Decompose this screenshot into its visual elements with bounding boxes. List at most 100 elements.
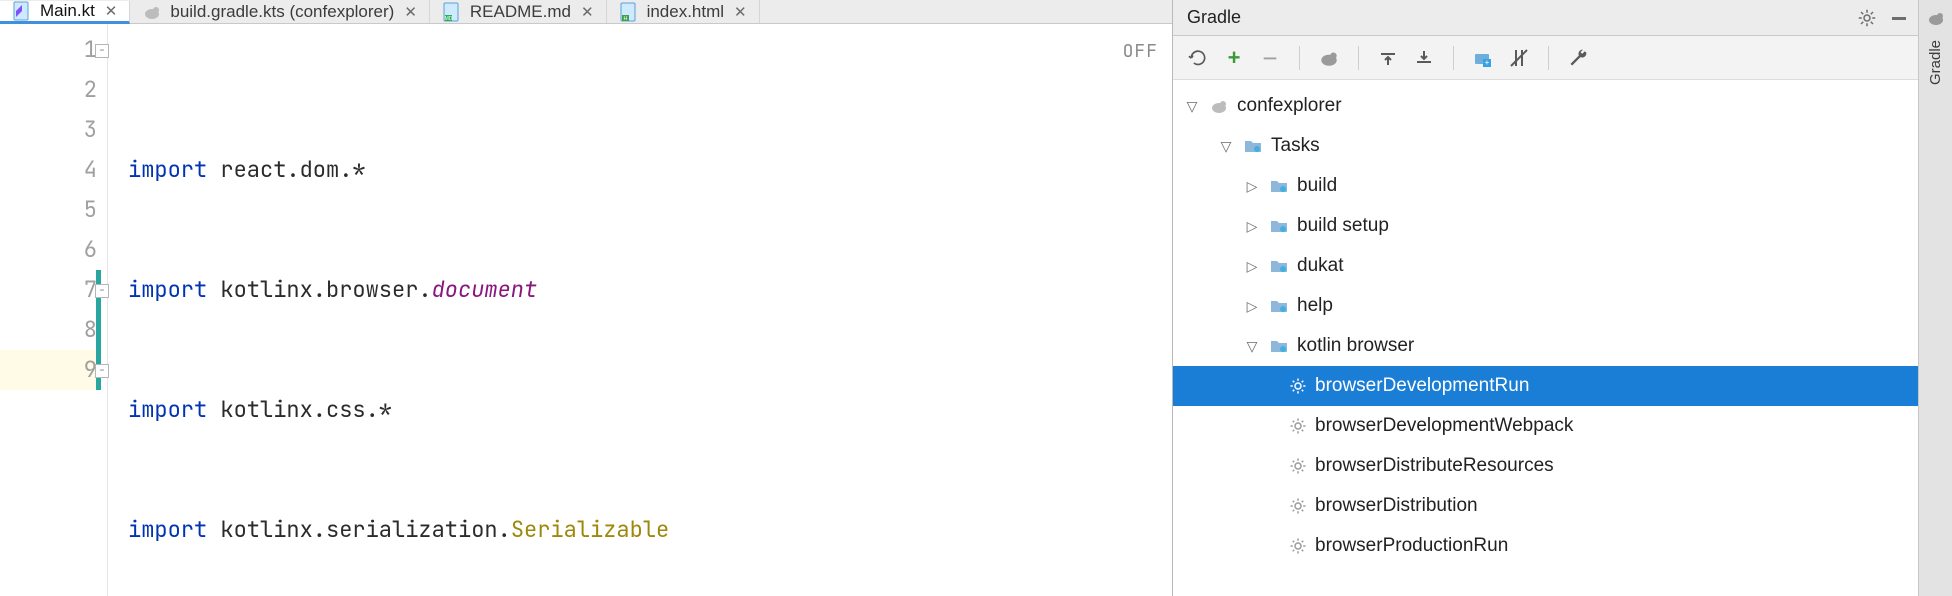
tree-label: build setup [1297,215,1389,237]
kotlin-file-icon [12,1,32,21]
chevron-right-icon[interactable]: ▷ [1243,298,1261,315]
gradle-elephant-icon [1209,96,1229,116]
folder-gear-icon [1269,296,1289,316]
svg-text:MD: MD [445,16,453,22]
tree-label: help [1297,295,1333,317]
tab-index-html[interactable]: H index.html ✕ [607,0,760,23]
folder-gear-icon [1269,336,1289,356]
fold-icon[interactable]: − [95,364,109,378]
tab-label: build.gradle.kts (confexplorer) [170,2,394,22]
remove-icon[interactable]: − [1255,43,1285,73]
folder-gear-icon [1269,256,1289,276]
close-icon[interactable]: ✕ [579,3,596,21]
gradle-header: Gradle [1173,0,1918,36]
markdown-file-icon: MD [442,2,462,22]
tab-readme[interactable]: MD README.md ✕ [430,0,607,23]
chevron-right-icon[interactable]: ▷ [1243,178,1261,195]
tree-group-build-setup[interactable]: ▷ build setup [1173,206,1918,246]
gradle-elephant-icon[interactable] [1314,43,1344,73]
gradle-elephant-icon[interactable] [1926,8,1946,28]
svg-text:+: + [1485,58,1490,67]
chevron-down-icon[interactable]: ▽ [1217,138,1235,155]
add-icon[interactable]: + [1219,43,1249,73]
line-number: 4 [84,155,97,184]
tree-label: browserDistributeResources [1315,455,1554,477]
tree-label: browserDevelopmentWebpack [1315,415,1573,437]
gear-icon [1289,377,1307,395]
wrench-icon[interactable] [1563,43,1593,73]
task-browser-production-run[interactable]: browserProductionRun [1173,526,1918,566]
gear-icon[interactable] [1858,9,1876,27]
chevron-right-icon[interactable]: ▷ [1243,258,1261,275]
line-number: 3 [84,115,97,144]
stripe-button-gradle[interactable]: Gradle [1927,40,1944,85]
expand-all-icon[interactable] [1373,43,1403,73]
chevron-down-icon[interactable]: ▽ [1183,98,1201,115]
gear-icon [1289,537,1307,555]
tab-main-kt[interactable]: Main.kt ✕ [0,1,130,24]
tree-label: confexplorer [1237,95,1342,117]
tree-group-help[interactable]: ▷ help [1173,286,1918,326]
gear-icon [1289,497,1307,515]
panel-title: Gradle [1187,7,1241,28]
fold-icon[interactable]: − [95,284,109,298]
line-number: 5 [84,195,97,224]
close-icon[interactable]: ✕ [402,3,419,21]
minimize-icon[interactable] [1890,9,1908,27]
code-token: kotlinx.serialization. [207,515,511,544]
code-token: react.dom.* [207,155,365,184]
tree-label: browserProductionRun [1315,535,1508,557]
chevron-down-icon[interactable]: ▽ [1243,338,1261,355]
tree-label: build [1297,175,1337,197]
link-project-icon[interactable]: + [1468,43,1498,73]
toggle-offline-icon[interactable] [1504,43,1534,73]
close-icon[interactable]: ✕ [103,2,120,20]
code-token: Serializable [511,515,669,544]
code-token: kotlinx.browser. [207,275,431,304]
code-token: import [128,395,207,424]
folder-gear-icon [1269,176,1289,196]
code-token: import [128,515,207,544]
refresh-icon[interactable] [1183,43,1213,73]
tree-label: Tasks [1271,135,1320,157]
tree-label: browserDistribution [1315,495,1478,517]
code-area[interactable]: OFF import react.dom.* import kotlinx.br… [108,24,1172,596]
line-number: 2 [84,75,97,104]
chevron-right-icon[interactable]: ▷ [1243,218,1261,235]
task-browser-distribute-resources[interactable]: browserDistributeResources [1173,446,1918,486]
tree-group-build[interactable]: ▷ build [1173,166,1918,206]
code-token: document [432,275,538,304]
tree-label: dukat [1297,255,1343,277]
folder-gear-icon [1243,136,1263,156]
line-number: 6 [84,235,97,264]
html-file-icon: H [619,2,639,22]
tree-tasks[interactable]: ▽ Tasks [1173,126,1918,166]
task-browser-development-webpack[interactable]: browserDevelopmentWebpack [1173,406,1918,446]
fold-icon[interactable]: − [95,44,109,58]
editor-body[interactable]: 1− 2 3 4 5 6 7− 8 9− OFF import react.do… [0,24,1172,596]
code-token: import [128,275,207,304]
collapse-all-icon[interactable] [1409,43,1439,73]
close-icon[interactable]: ✕ [732,3,749,21]
folder-gear-icon [1269,216,1289,236]
svg-text:H: H [623,16,627,22]
tab-label: README.md [470,2,571,22]
gradle-toolbar: + − + [1173,36,1918,80]
task-browser-distribution[interactable]: browserDistribution [1173,486,1918,526]
tree-project-root[interactable]: ▽ confexplorer [1173,86,1918,126]
code-token: kotlinx.css.* [207,395,392,424]
code-token: import [128,155,207,184]
editor-tabs: Main.kt ✕ build.gradle.kts (confexplorer… [0,0,1172,24]
gradle-panel: Gradle + − + ▽ confexplore [1173,0,1918,596]
tree-label: kotlin browser [1297,335,1414,357]
gear-icon [1289,457,1307,475]
gradle-elephant-icon [142,2,162,22]
tree-group-dukat[interactable]: ▷ dukat [1173,246,1918,286]
tab-build-gradle[interactable]: build.gradle.kts (confexplorer) ✕ [130,0,430,23]
editor-gutter: 1− 2 3 4 5 6 7− 8 9− [0,24,108,596]
inspections-indicator[interactable]: OFF [1123,32,1158,72]
tree-group-kotlin-browser[interactable]: ▽ kotlin browser [1173,326,1918,366]
gradle-tree[interactable]: ▽ confexplorer ▽ Tasks ▷ build ▷ build [1173,80,1918,596]
task-browser-development-run[interactable]: browserDevelopmentRun [1173,366,1918,406]
tab-label: index.html [647,2,724,22]
